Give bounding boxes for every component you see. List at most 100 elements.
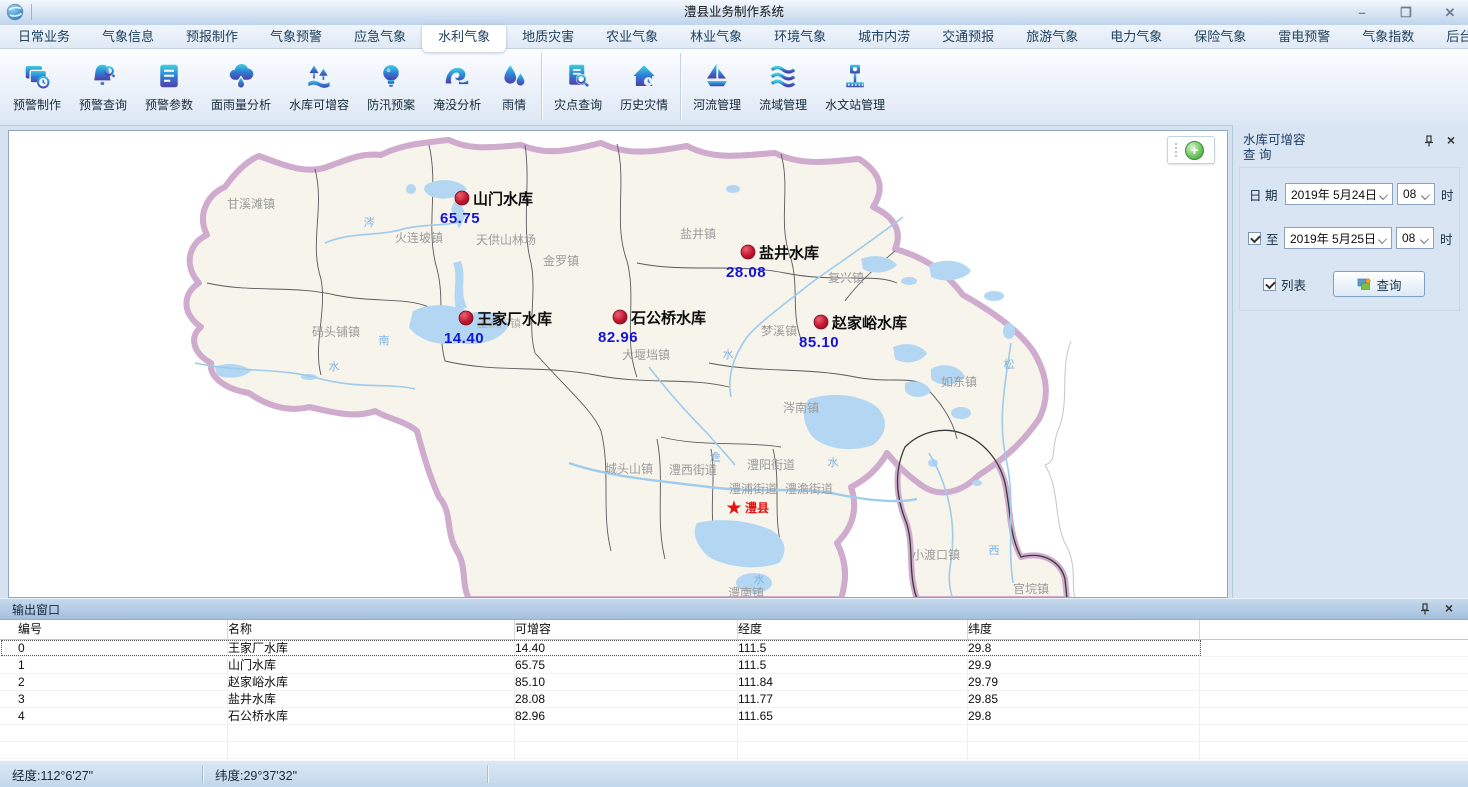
reservoir-query-panel: 水库可增容 查 询 × 日 期 2019年 5月24日 08 时 至 2019年…	[1232, 125, 1468, 598]
minimize-button[interactable]: –	[1354, 5, 1370, 21]
hour-suffix: 时	[1441, 185, 1454, 204]
county-map: 甘溪滩镇码头铺镇火连坡镇天供山林场金罗镇盐井镇复兴镇梦溪镇大堰垱镇涔南镇城头山镇…	[9, 131, 1227, 597]
table-header-row: 编号名称可增容经度纬度	[0, 620, 1468, 640]
close-button[interactable]: ✕	[1442, 5, 1458, 21]
toolbar-button-flood-plan[interactable]: 防汛预案	[358, 48, 424, 125]
pin-icon[interactable]	[1422, 134, 1436, 148]
menu-tab-农业气象[interactable]: 农业气象	[590, 25, 674, 48]
toolbar-label: 预警参数	[145, 96, 193, 113]
toolbar-button-warn-query[interactable]: 预警查询	[70, 48, 136, 125]
toolbar-button-basin-mgmt[interactable]: 流域管理	[750, 48, 816, 125]
table-empty-row[interactable]	[0, 725, 1468, 742]
town-label: 大堰垱镇	[622, 348, 670, 362]
table-cell: 3	[18, 691, 228, 707]
table-row[interactable]: 0王家厂水库14.40111.529.8	[0, 640, 1468, 657]
menu-tab-电力气象[interactable]: 电力气象	[1094, 25, 1178, 48]
toolbar-button-inundation[interactable]: 淹没分析	[424, 48, 490, 125]
toolbar-button-rain-info[interactable]: 雨情	[490, 48, 538, 125]
table-row[interactable]: 2赵家峪水库85.10111.8429.79	[0, 674, 1468, 691]
menu-tab-保险气象[interactable]: 保险气象	[1178, 25, 1262, 48]
table-row[interactable]: 3盐井水库28.08111.7729.85	[0, 691, 1468, 708]
table-cell: 2	[18, 674, 228, 690]
pin-icon[interactable]	[1418, 602, 1432, 616]
table-row[interactable]: 4石公桥水库82.96111.6529.8	[0, 708, 1468, 725]
table-cell	[1200, 691, 1468, 707]
menu-tab-环境气象[interactable]: 环境气象	[758, 25, 842, 48]
output-title-bar: 输出窗口 ×	[0, 598, 1468, 620]
toolbar-button-rain-analysis[interactable]: 面雨量分析	[202, 48, 280, 125]
toolbar-button-river-mgmt[interactable]: 河流管理	[684, 48, 750, 125]
list-checkbox[interactable]	[1263, 278, 1276, 291]
toolbar-button-warn-make[interactable]: 预警制作	[4, 48, 70, 125]
status-latitude: 纬度:29°37'32"	[203, 765, 297, 784]
restore-button[interactable]: ❐	[1398, 5, 1414, 21]
hour-from-select[interactable]: 08	[1397, 183, 1435, 205]
toolbar-button-hydro-station[interactable]: 水文站管理	[816, 48, 894, 125]
toolbar-button-disaster-history[interactable]: 历史灾情	[611, 48, 677, 125]
hour-to-select[interactable]: 08	[1396, 227, 1434, 249]
toolbar-label: 水文站管理	[825, 96, 885, 113]
drag-handle-icon[interactable]	[1171, 143, 1181, 157]
toolbar-button-reservoir-capacity[interactable]: 水库可增容	[280, 48, 358, 125]
menu-tab-应急气象[interactable]: 应急气象	[338, 25, 422, 48]
menu-tab-气象预警[interactable]: 气象预警	[254, 25, 338, 48]
table-cell: 111.5	[738, 640, 968, 656]
map-zoom-in-button[interactable]: +	[1185, 141, 1204, 160]
menu-tab-预报制作[interactable]: 预报制作	[170, 25, 254, 48]
reservoir-name: 石公桥水库	[630, 309, 706, 327]
table-row[interactable]: 1山门水库65.75111.529.9	[0, 657, 1468, 674]
reservoir-value: 14.40	[444, 330, 484, 347]
query-button[interactable]: 查询	[1333, 271, 1425, 297]
menu-tab-城市内涝[interactable]: 城市内涝	[842, 25, 926, 48]
to-label: 至	[1266, 229, 1283, 248]
reservoir-dot-icon[interactable]	[814, 315, 828, 329]
panel-close-icon[interactable]: ×	[1444, 134, 1458, 148]
reservoir-dot-icon[interactable]	[613, 310, 627, 324]
menu-tab-日常业务[interactable]: 日常业务	[2, 25, 86, 48]
toolbar-button-disaster-query[interactable]: 灾点查询	[545, 48, 611, 125]
reservoir-dot-icon[interactable]	[459, 311, 473, 325]
menu-tab-水利气象[interactable]: 水利气象	[422, 25, 506, 52]
menu-tab-雷电预警[interactable]: 雷电预警	[1262, 25, 1346, 48]
table-empty-row[interactable]	[0, 742, 1468, 759]
toolbar-separator	[541, 53, 542, 120]
river-label: 涔	[364, 215, 375, 229]
output-close-icon[interactable]: ×	[1442, 602, 1456, 616]
menu-tab-后台管理[interactable]: 后台管理	[1430, 25, 1468, 48]
disaster-history-icon	[629, 61, 659, 91]
table-cell	[1200, 725, 1468, 741]
table-cell	[968, 742, 1200, 758]
table-cell	[1200, 657, 1468, 673]
table-cell	[968, 725, 1200, 741]
river-mgmt-icon	[702, 61, 732, 91]
status-longitude: 经度:112°6'27"	[0, 765, 202, 784]
rain-analysis-icon	[226, 61, 256, 91]
reservoir-value: 85.10	[799, 334, 839, 351]
chevron-down-icon	[1420, 235, 1429, 244]
toolbar-label: 防汛预案	[367, 96, 415, 113]
menu-tab-地质灾害[interactable]: 地质灾害	[506, 25, 590, 48]
reservoir-dot-icon[interactable]	[741, 245, 755, 259]
toolbar-label: 淹没分析	[433, 96, 481, 113]
menu-tab-林业气象[interactable]: 林业气象	[674, 25, 758, 48]
table-cell: 山门水库	[228, 657, 515, 673]
menu-tab-旅游气象[interactable]: 旅游气象	[1010, 25, 1094, 48]
town-label: 小渡口镇	[912, 547, 960, 562]
map-area[interactable]: 甘溪滩镇码头铺镇火连坡镇天供山林场金罗镇盐井镇复兴镇梦溪镇大堰垱镇涔南镇城头山镇…	[8, 130, 1228, 598]
output-table[interactable]: 编号名称可增容经度纬度0王家厂水库14.40111.529.81山门水库65.7…	[0, 620, 1468, 760]
date-to-select[interactable]: 2019年 5月25日	[1284, 227, 1392, 249]
river-label: 澹	[710, 451, 721, 464]
date-from-select[interactable]: 2019年 5月24日	[1285, 183, 1393, 205]
menu-tab-气象指数[interactable]: 气象指数	[1346, 25, 1430, 48]
to-checkbox[interactable]	[1248, 232, 1261, 245]
toolbar-button-warn-params[interactable]: 预警参数	[136, 48, 202, 125]
toolbar-label: 雨情	[502, 96, 526, 113]
menu-tab-交通预报[interactable]: 交通预报	[926, 25, 1010, 48]
table-cell: 石公桥水库	[228, 708, 515, 724]
table-cell	[228, 725, 515, 741]
menu-tab-气象信息[interactable]: 气象信息	[86, 25, 170, 48]
river-label: 松	[1004, 357, 1015, 371]
reservoir-dot-icon[interactable]	[455, 191, 469, 205]
table-cell: 29.9	[968, 657, 1200, 673]
toolbar-label: 预警制作	[13, 96, 61, 113]
